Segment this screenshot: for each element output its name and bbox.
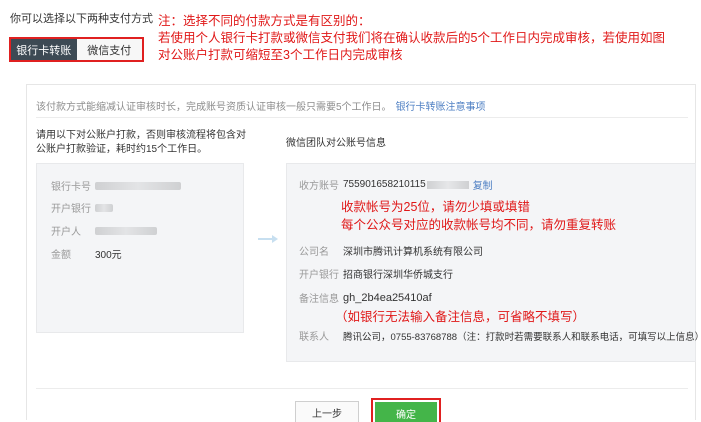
- warning-account-length: 收款帐号为25位，请勿少填或填错: [341, 200, 530, 214]
- blurred-value: [95, 226, 157, 235]
- tab-bank-transfer[interactable]: 银行卡转账: [11, 39, 77, 60]
- field-label: 公司名: [299, 247, 329, 258]
- field-label: 备注信息: [299, 294, 339, 305]
- tip-description: 该付款方式能缩减认证审核时长，完成账号资质认证审核一般只需要5个工作日。: [36, 102, 392, 113]
- confirm-button[interactable]: 确定: [375, 402, 437, 422]
- tip-text: 该付款方式能缩减认证审核时长，完成账号资质认证审核一般只需要5个工作日。 银行卡转…: [36, 98, 486, 113]
- wechat-account-title: 微信团队对公账号信息: [286, 138, 386, 149]
- field-label: 金额: [51, 250, 71, 261]
- previous-step-button[interactable]: 上一步: [295, 401, 359, 422]
- field-card-number: 银行卡号: [51, 178, 181, 193]
- field-company: 公司名 深圳市腾讯计算机系统有限公司: [299, 243, 483, 258]
- field-label: 收方账号: [299, 181, 339, 192]
- note-line-2: 若使用个人银行卡打款或微信支付我们将在确认收款后的5个工作日内完成审核，若使用如…: [158, 31, 665, 45]
- divider: [36, 117, 688, 118]
- field-label: 联系人: [299, 332, 329, 343]
- field-label: 开户人: [51, 227, 81, 238]
- field-bank: 开户银行 招商银行深圳华侨城支行: [299, 266, 453, 281]
- field-contact: 联系人 腾讯公司，0755-83768788（注：打款时若需要联系人和联系电话，…: [299, 328, 701, 344]
- field-label: 开户银行: [299, 270, 339, 281]
- blurred-account-digits: [426, 180, 469, 189]
- field-memo: 备注信息 gh_2b4ea25410af: [299, 290, 432, 306]
- field-amount: 金额 300元: [51, 246, 122, 261]
- annotation-note: 注：选择不同的付款方式是有区别的： 若使用个人银行卡打款或微信支付我们将在确认收…: [158, 13, 665, 64]
- arrow-right-icon: [258, 235, 278, 243]
- contact-value: 腾讯公司，0755-83768788（注：打款时若需要联系人和联系电话，可填写以…: [343, 331, 701, 343]
- copy-link[interactable]: 复制: [473, 177, 493, 192]
- tab-wechat-pay[interactable]: 微信支付: [76, 39, 142, 60]
- field-holder: 开户人: [51, 223, 157, 238]
- amount-value: 300元: [95, 250, 122, 261]
- left-instruction: 请用以下对公账户打款，否则审核流程将包含对公账户打款验证，耗时约15个工作日。: [36, 130, 246, 155]
- field-receiving-account: 收方账号 755901658210115 复制: [299, 177, 493, 192]
- memo-warning: （如银行无法输入备注信息，可省略不填写）: [335, 310, 586, 324]
- note-line-1: 注：选择不同的付款方式是有区别的：: [158, 14, 371, 28]
- blurred-value: [95, 203, 113, 212]
- payment-method-intro: 你可以选择以下两种支付方式: [10, 13, 153, 25]
- note-line-3: 对公账户打款可缩短至3个工作日内完成审核: [158, 48, 403, 62]
- account-number: 755901658210115: [343, 179, 426, 190]
- applicant-account-card: 银行卡号 开户银行 开户人 金额 300元: [36, 163, 244, 333]
- memo-value: gh_2b4ea25410af: [343, 291, 432, 304]
- bank-transfer-notes-link[interactable]: 银行卡转账注意事项: [396, 102, 486, 113]
- field-bank: 开户银行: [51, 200, 113, 215]
- field-label: 银行卡号: [51, 182, 91, 193]
- wechat-account-card: 收方账号 755901658210115 复制 收款帐号为25位，请勿少填或填错…: [286, 163, 701, 362]
- footer-divider: [36, 388, 688, 389]
- bank-value: 招商银行深圳华侨城支行: [343, 270, 453, 281]
- blurred-value: [95, 181, 181, 190]
- field-label: 开户银行: [51, 204, 91, 215]
- payment-tabs: 银行卡转账 微信支付: [9, 37, 144, 62]
- company-value: 深圳市腾讯计算机系统有限公司: [343, 247, 483, 258]
- warning-unique-account: 每个公众号对应的收款帐号均不同，请勿重复转账: [341, 218, 617, 232]
